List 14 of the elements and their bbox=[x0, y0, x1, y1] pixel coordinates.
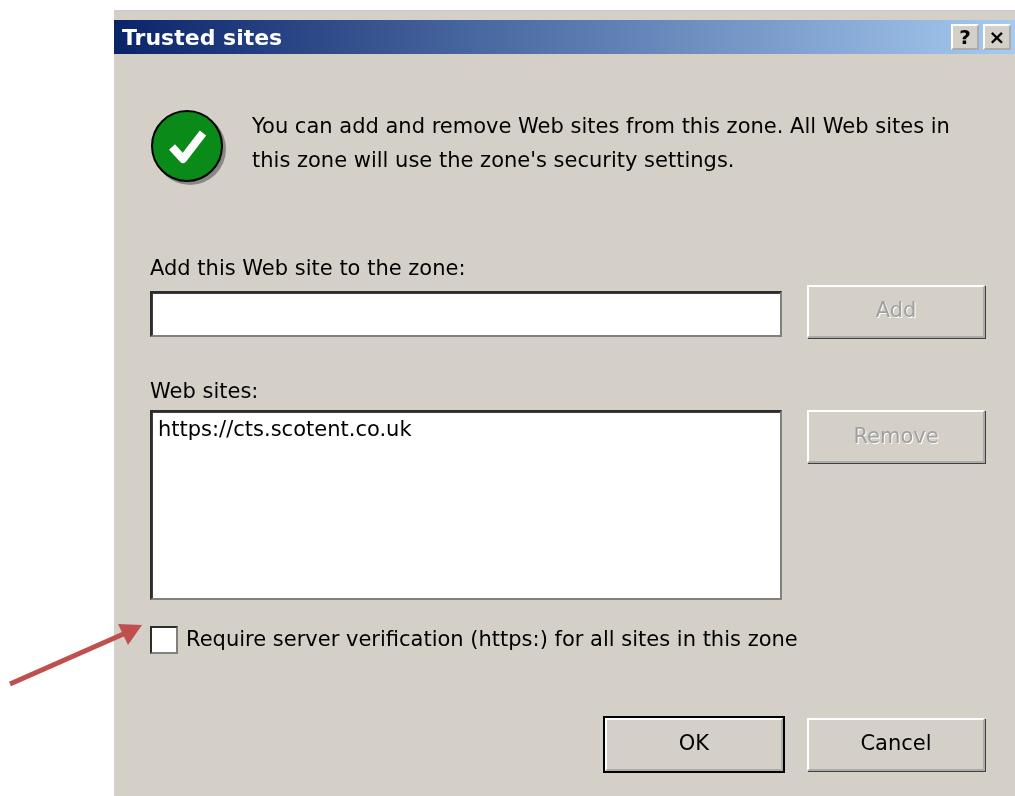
list-label: Web sites: bbox=[150, 377, 260, 405]
window-title: Trusted sites bbox=[122, 23, 283, 52]
checkbox-label: Require server verification (https:) for all sites in this zone bbox=[186, 626, 798, 653]
websites-list[interactable]: https://cts.scotent.co.uk bbox=[150, 410, 782, 600]
dialog-button[interactable]: OK bbox=[605, 717, 783, 771]
website-item[interactable]: https://cts.scotent.co.uk bbox=[158, 414, 774, 446]
checkbox[interactable] bbox=[150, 625, 178, 654]
website-input-field[interactable] bbox=[150, 290, 782, 337]
field-label: Add this Web site to the zone: bbox=[150, 255, 467, 282]
checkmark-icon bbox=[150, 109, 228, 187]
dialog-button[interactable]: Cancel bbox=[807, 717, 985, 771]
message-text: You can add and remove Web sites from this zone. All Web sites in this zone will use the zone's security settings. bbox=[252, 113, 951, 174]
help-button[interactable]: ? bbox=[951, 24, 979, 50]
close-button[interactable]: × bbox=[983, 24, 1011, 50]
